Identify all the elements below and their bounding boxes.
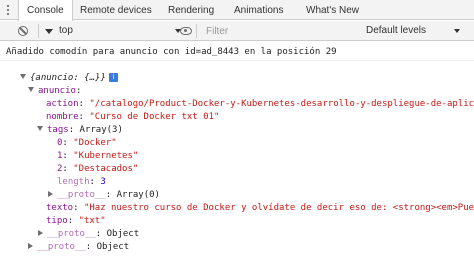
property-value: Object <box>106 229 140 239</box>
tab-animations[interactable]: Animations <box>234 0 283 20</box>
tab-remote-devices[interactable]: Remote devices <box>80 0 152 20</box>
texto-row: texto: "Haz nuestro curso de Docker y ol… <box>46 202 474 215</box>
tag-row: 2: "Destacados" <box>57 164 139 174</box>
property-key: tags <box>47 125 69 135</box>
clear-console-icon[interactable] <box>18 26 28 36</box>
expand-arrow-icon[interactable] <box>28 87 34 92</box>
toolbar-divider <box>196 24 197 38</box>
collapse-arrow-icon[interactable] <box>48 191 53 197</box>
tab-rendering[interactable]: Rendering <box>168 0 214 20</box>
collapse-arrow-icon[interactable] <box>38 230 43 236</box>
property-key: anuncio <box>38 86 76 96</box>
property-key: tipo <box>46 216 68 226</box>
tab-console[interactable]: Console <box>18 0 73 21</box>
array-value: "Destacados" <box>73 164 139 174</box>
proto-array-row[interactable]: __proto__: Array(0) <box>48 189 160 202</box>
log-levels-dropdown[interactable]: Default levels <box>366 23 466 39</box>
nombre-row: nombre: "Curso de Docker txt 01" <box>46 112 220 122</box>
array-value: "Docker" <box>73 138 117 148</box>
expand-arrow-icon[interactable] <box>20 74 26 79</box>
info-icon[interactable]: i <box>108 73 118 82</box>
devtools-tab-bar: Console Remote devices Rendering Animati… <box>0 0 474 21</box>
property-value: "/catalogo/Product-Docker-y-Kubernetes-d… <box>89 99 474 109</box>
action-row: action: "/catalogo/Product-Docker-y-Kube… <box>46 98 474 111</box>
property-key: texto <box>46 203 74 213</box>
tags-row[interactable]: tags: Array(3) <box>37 124 123 137</box>
console-output: Añadido comodín para anuncio con id=ad_8… <box>0 42 474 258</box>
property-value: Array(0) <box>116 190 160 200</box>
filter-input[interactable] <box>200 23 358 39</box>
expand-arrow-icon[interactable] <box>37 126 43 131</box>
toolbar-divider <box>38 24 39 38</box>
property-value: "Curso de Docker txt 01" <box>89 112 220 122</box>
context-label: top <box>59 25 73 36</box>
context-play-icon <box>45 29 53 34</box>
property-key: __proto__ <box>57 190 106 200</box>
property-value: 3 <box>100 177 106 187</box>
array-value: "Kubernetes" <box>73 151 139 161</box>
length-row: length: 3 <box>57 177 106 187</box>
property-key: length <box>57 177 90 187</box>
property-key: __proto__ <box>37 242 86 252</box>
tag-row: 0: "Docker" <box>57 138 117 148</box>
more-tabs-icon[interactable] <box>3 3 13 17</box>
property-value: Object <box>96 242 130 252</box>
chevron-down-icon <box>454 29 460 33</box>
object-preview: {anuncio: {…}} <box>30 73 106 83</box>
anuncio-row[interactable]: anuncio: <box>28 85 81 98</box>
property-value: Array(3) <box>79 125 123 135</box>
tab-whats-new[interactable]: What's New <box>306 0 359 20</box>
log-message: Añadido comodín para anuncio con id=ad_8… <box>6 47 337 57</box>
property-key: action <box>46 99 79 109</box>
property-key: __proto__ <box>47 229 96 239</box>
tipo-row: tipo: "txt" <box>46 216 106 226</box>
property-key: nombre <box>46 112 79 122</box>
collapse-arrow-icon[interactable] <box>28 243 33 249</box>
property-value: "Haz nuestro curso de Docker y olvídate … <box>83 203 474 213</box>
property-value: "txt" <box>78 216 106 226</box>
context-selector[interactable]: top <box>43 23 185 39</box>
eye-icon[interactable] <box>180 27 192 35</box>
tag-row: 1: "Kubernetes" <box>57 151 139 161</box>
object-root-row[interactable]: {anuncio: {…}} i <box>20 72 118 85</box>
message-divider <box>0 60 474 61</box>
proto-object-row[interactable]: __proto__: Object <box>38 228 139 241</box>
log-levels-label: Default levels <box>366 25 427 36</box>
proto-object-row[interactable]: __proto__: Object <box>28 241 129 254</box>
console-toolbar: top Default levels <box>0 21 474 41</box>
